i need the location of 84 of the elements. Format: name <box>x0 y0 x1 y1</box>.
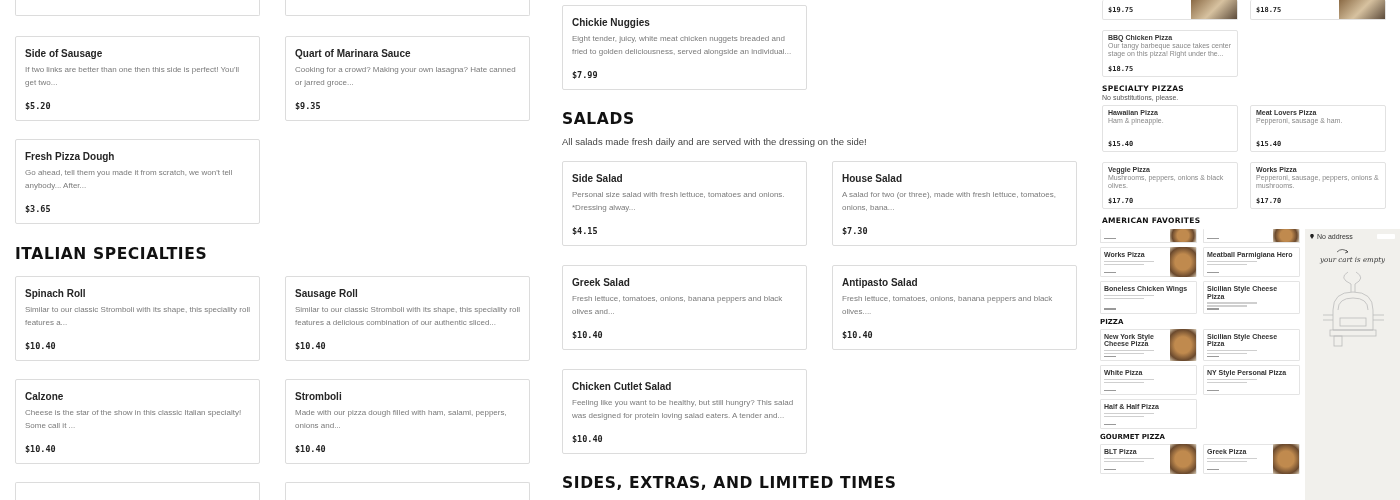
price-line-drawing <box>1207 355 1219 357</box>
price-line-drawing <box>1104 308 1116 310</box>
price-line-drawing <box>1104 271 1116 273</box>
location-pin-icon <box>1310 234 1314 239</box>
item-title: Calzone <box>25 391 65 402</box>
item-description: Similar to our classic Stromboli with its shape, this speciality roll features a... <box>25 304 250 329</box>
item-price: $7.99 <box>572 70 599 80</box>
item-title: Stromboli <box>295 391 343 402</box>
item-description: Personal size salad with fresh lettuce, tomatoes and onions. *Dressing alway... <box>572 189 786 214</box>
price-line-drawing <box>1207 308 1219 310</box>
text-lines-drawing <box>1104 294 1154 301</box>
text-lines-drawing <box>1207 349 1257 356</box>
item-price: $10.40 <box>572 330 604 340</box>
curved-arrow-icon <box>1335 248 1350 254</box>
text-lines-drawing <box>1207 260 1257 267</box>
item-description: Go ahead, tell them you made it from scratch, we won't tell anybody... After... <box>25 167 234 192</box>
item-description: If two links are better than one then this side is perfect! You'll get two... <box>25 64 241 89</box>
item-price: $10.40 <box>295 341 327 351</box>
price-line-drawing <box>1104 237 1116 239</box>
item-price: $7.30 <box>842 226 869 236</box>
item-price: $10.40 <box>295 444 327 454</box>
menu-item-card[interactable]: Chicken Cutlet Salad Feeling like you want to be healthy, but still hungry? This salad was designed for protein loving salad eaters. A tender and... $10.40 <box>562 369 807 454</box>
menu-item-card[interactable]: Quart of Marinara Sauce Cooking for a crowd? Making your own lasagna? Hate canned or jarred groce... $9.35 <box>285 36 530 121</box>
item-description: Fresh lettuce, tomatoes, onions, banana peppers and black olives.... <box>842 293 1054 318</box>
item-title: Spinach Roll <box>25 288 87 299</box>
menu-item-card[interactable]: House Salad A salad for two (or three), made with fresh lettuce, tomatoes, onions, bana... $7.30 <box>832 161 1077 246</box>
menu-item-card[interactable]: Calzone Cheese is the star of the show in this classic Italian specialty! Some call it ... $10.40 <box>15 379 260 464</box>
item-description: Eight tender, juicy, white meat chicken nuggets breaded and fried to golden deliciousness, served alongside an individual... <box>572 33 793 58</box>
item-title: Sausage Roll <box>295 288 359 299</box>
item-price: $10.40 <box>572 434 604 444</box>
item-description: Cooking for a crowd? Making your own lasagna? Hate canned or jarred groce... <box>295 64 517 89</box>
price-line-drawing <box>1104 355 1116 357</box>
section-heading: SIDES, EXTRAS, AND LIMITED TIMES <box>562 474 898 492</box>
item-price: $10.40 <box>25 341 57 351</box>
text-lines-drawing <box>1207 457 1257 464</box>
price-line-drawing <box>1207 468 1219 470</box>
menu-item-card[interactable]: Side of Sausage If two links are better than one then this side is perfect! You'll get two... $5.20 <box>15 36 260 121</box>
item-title: Side Salad <box>572 173 624 184</box>
price-line-drawing <box>1207 389 1219 391</box>
price-line-drawing <box>1104 423 1116 425</box>
item-description: Cheese is the star of the show in this classic Italian specialty! Some call it ... <box>25 407 243 432</box>
menu-item-card[interactable]: Sausage Roll Similar to our classic Stromboli with its shape, this speciality roll features a delicious combination of our authentic sliced... $10.40 <box>285 276 530 361</box>
text-lines-drawing <box>1104 349 1154 356</box>
menu-item-card[interactable]: Stromboli Made with our pizza dough filled with ham, salami, peppers, onions and... $10.40 <box>285 379 530 464</box>
item-title: Fresh Pizza Dough <box>25 151 116 162</box>
item-title: Quart of Marinara Sauce <box>295 48 412 59</box>
item-title: Antipasto Salad <box>842 277 919 288</box>
item-description: Made with our pizza dough filled with ham, salami, peppers, onions and... <box>295 407 508 432</box>
item-title: Chickie Nuggies <box>572 17 651 28</box>
item-price: $5.20 <box>25 101 52 111</box>
item-price: $10.40 <box>25 444 57 454</box>
item-title: Side of Sausage <box>25 48 104 59</box>
price-line-drawing <box>1207 237 1219 239</box>
price-line-drawing <box>1207 271 1219 273</box>
menu-item-card[interactable] <box>1100 229 1197 243</box>
item-price: $9.35 <box>295 101 322 111</box>
menu-item-card[interactable]: Chickie Nuggies Eight tender, juicy, white meat chicken nuggets breaded and fried to golden deliciousness, served alongside an individual... $7.99 <box>562 5 807 90</box>
price-line-drawing <box>1104 468 1116 470</box>
text-lines-drawing <box>1104 412 1154 419</box>
text-lines-drawing <box>1104 260 1154 267</box>
item-description: Similar to our classic Stromboli with its shape, this speciality roll features a delicious combination of our authentic sliced... <box>295 304 520 329</box>
item-title: Greek Salad <box>572 277 631 288</box>
item-title: Chicken Cutlet Salad <box>572 381 673 392</box>
text-lines-drawing <box>1104 457 1154 464</box>
section-heading: ITALIAN SPECIALTIES <box>15 245 209 263</box>
menu-item-card[interactable]: Spinach Roll Similar to our classic Stromboli with its shape, this speciality roll features a... $10.40 <box>15 276 260 361</box>
section-subtitle: All salads made fresh daily and are served with the dressing on the side! <box>562 136 868 147</box>
menu-item-card[interactable]: Fresh Pizza Dough Go ahead, tell them you made it from scratch, we won't tell anybody... After... $3.65 <box>15 139 260 224</box>
menu-item-card[interactable]: Greek Salad Fresh lettuce, tomatoes, onions, banana peppers and black olives and... $10.40 <box>562 265 807 350</box>
text-lines-drawing <box>1207 378 1257 385</box>
menu-item-card[interactable]: Antipasto Salad Fresh lettuce, tomatoes, onions, banana peppers and black olives.... $10.40 <box>832 265 1077 350</box>
price-line-drawing <box>1104 389 1116 391</box>
text-lines-drawing <box>1207 302 1257 308</box>
item-description: A salad for two (or three), made with fresh lettuce, tomatoes, onions, bana... <box>842 189 1057 214</box>
item-price: $3.65 <box>25 204 52 214</box>
item-price: $10.40 <box>842 330 874 340</box>
item-title: House Salad <box>842 173 904 184</box>
item-description: Feeling like you want to be healthy, but still hungry? This salad was designed for protein loving salad eaters. A tender and... <box>572 397 795 422</box>
section-heading: SALADS <box>562 110 636 128</box>
text-lines-drawing <box>1104 378 1154 385</box>
item-price: $4.15 <box>572 226 599 236</box>
menu-item-card[interactable] <box>1203 229 1300 243</box>
item-description: Fresh lettuce, tomatoes, onions, banana peppers and black olives and... <box>572 293 784 318</box>
menu-item-card[interactable]: Side Salad Personal size salad with fresh lettuce, tomatoes and onions. *Dressing alway... $4.15 <box>562 161 807 246</box>
